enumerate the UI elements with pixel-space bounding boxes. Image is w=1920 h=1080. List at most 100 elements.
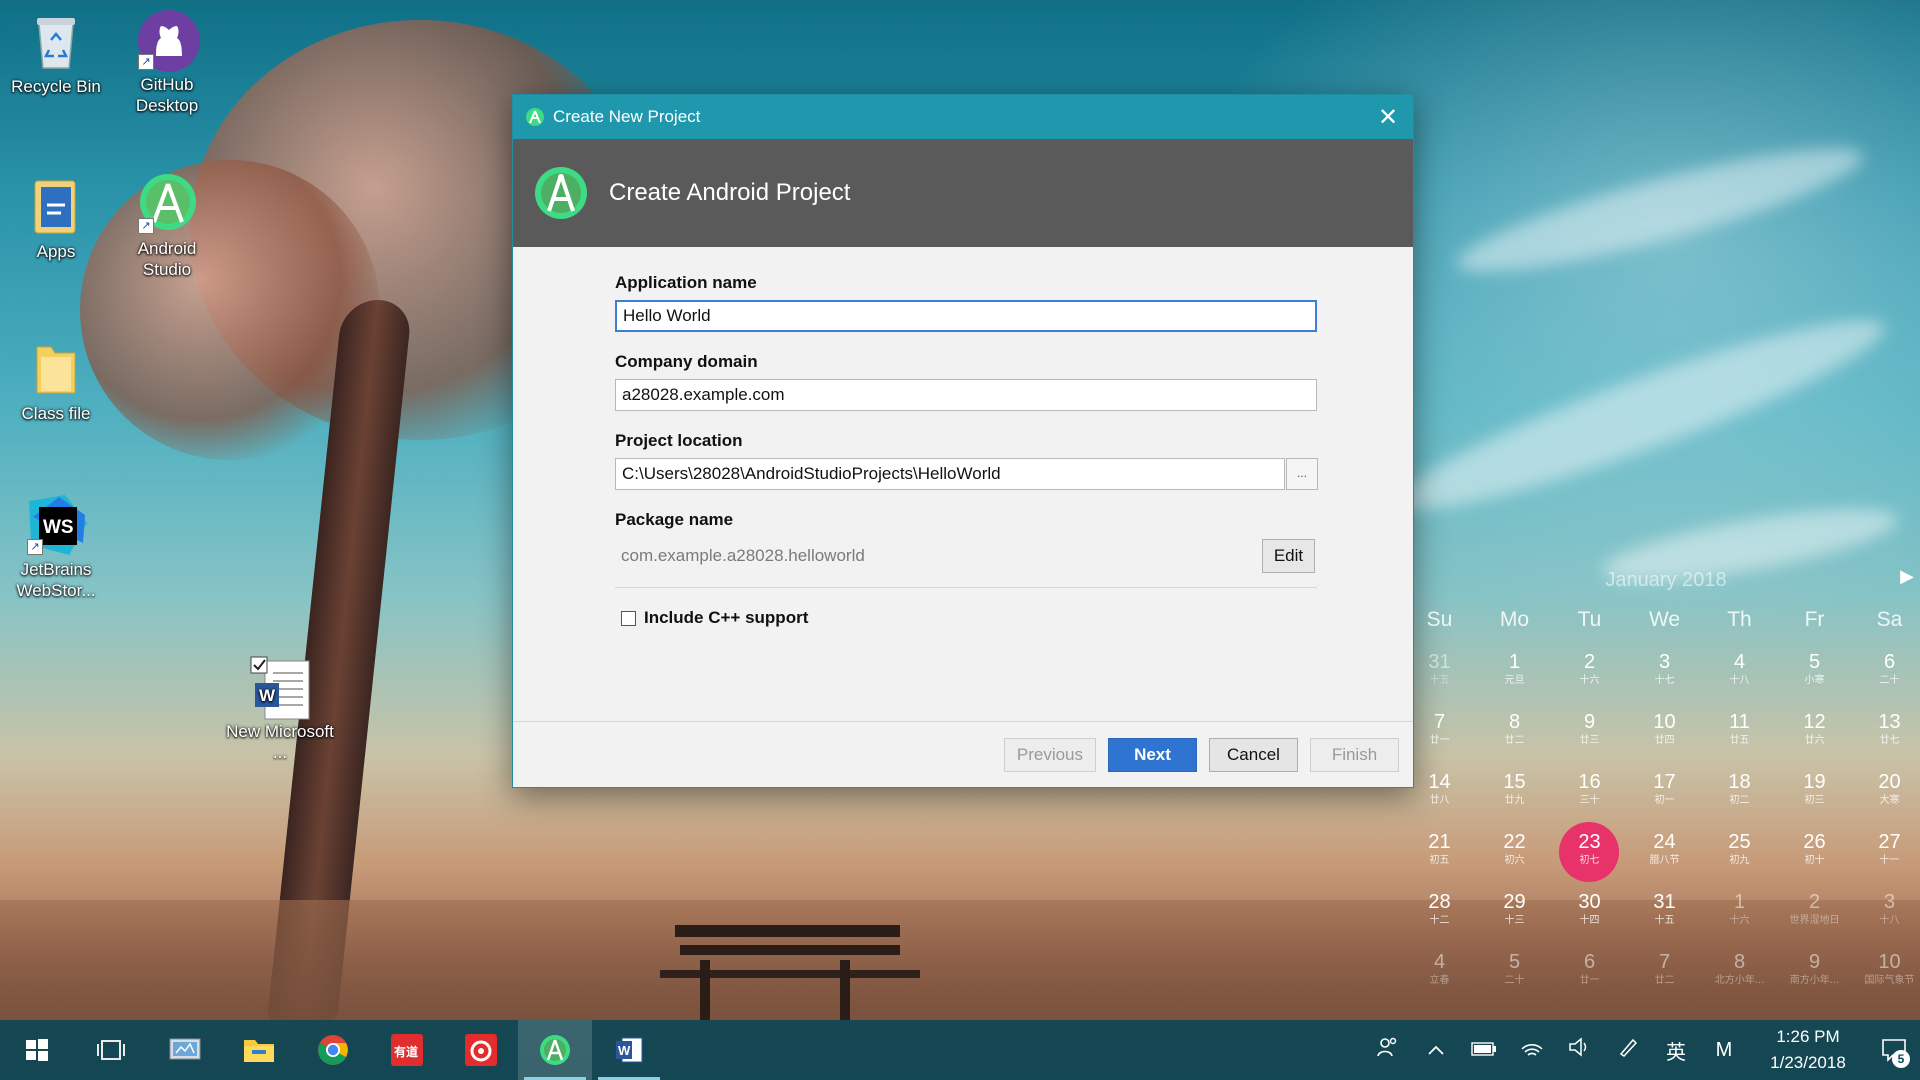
browse-button[interactable]: ...	[1286, 458, 1318, 490]
calendar-day-number: 17	[1653, 771, 1676, 793]
battery-icon[interactable]	[1460, 1039, 1508, 1062]
calendar-day[interactable]: 7 廿一	[1402, 702, 1477, 762]
close-icon[interactable]: ✕	[1363, 95, 1413, 139]
calendar-day[interactable]: 8 北方小年...	[1702, 942, 1777, 1002]
desktop-icon-class-file[interactable]: Class file	[1, 337, 111, 424]
chevron-right-icon[interactable]: ▶	[1900, 566, 1914, 587]
calendar-day[interactable]: 28 十二	[1402, 882, 1477, 942]
calendar-lunar-label: 廿九	[1504, 795, 1525, 806]
calendar-day[interactable]: 4 十八	[1702, 642, 1777, 702]
project-location-input[interactable]	[615, 458, 1286, 490]
calendar-day[interactable]: 1 元旦	[1477, 642, 1552, 702]
dialog-titlebar[interactable]: Create New Project ✕	[513, 95, 1413, 139]
calendar-day[interactable]: 8 廿二	[1477, 702, 1552, 762]
calendar-day[interactable]: 10 廿四	[1627, 702, 1702, 762]
calendar-day-number: 23	[1578, 831, 1601, 853]
taskbar-app-control-panel[interactable]	[148, 1020, 222, 1080]
pen-workspace-icon[interactable]	[1604, 1036, 1652, 1064]
netease-music-icon	[465, 1034, 497, 1066]
calendar-day-number: 18	[1728, 771, 1751, 793]
next-button[interactable]: Next	[1108, 737, 1197, 772]
calendar-day[interactable]: 15 廿九	[1477, 762, 1552, 822]
people-icon[interactable]	[1364, 1036, 1412, 1064]
calendar-day-number: 21	[1428, 831, 1451, 853]
previous-button[interactable]: Previous	[1003, 737, 1096, 772]
calendar-day-today[interactable]: 23 初七	[1552, 822, 1627, 882]
calendar-day[interactable]: 25 初九	[1702, 822, 1777, 882]
desktop-icon-android-studio[interactable]: ↗ Android Studio	[112, 172, 222, 280]
calendar-day[interactable]: 14 廿八	[1402, 762, 1477, 822]
calendar-day-number: 2	[1808, 891, 1821, 913]
wallpaper-bench	[700, 960, 710, 1020]
desktop-icon-github-desktop[interactable]: ↗ GitHub Desktop	[112, 8, 222, 116]
calendar-day[interactable]: 11 廿五	[1702, 702, 1777, 762]
company-domain-label: Company domain	[615, 352, 758, 371]
calendar-day[interactable]: 27 十一	[1852, 822, 1920, 882]
desktop-icon-label: JetBrains WebStor...	[16, 560, 96, 600]
task-view-button[interactable]	[74, 1020, 148, 1080]
clock[interactable]: 1:26 PM 1/23/2018	[1748, 1024, 1868, 1076]
calendar-day[interactable]: 26 初十	[1777, 822, 1852, 882]
calendar-day[interactable]: 24 腊八节	[1627, 822, 1702, 882]
calendar-day-number: 25	[1728, 831, 1751, 853]
calendar-day[interactable]: 12 廿六	[1777, 702, 1852, 762]
calendar-day[interactable]: 19 初三	[1777, 762, 1852, 822]
calendar-day[interactable]: 3 十七	[1627, 642, 1702, 702]
calendar-day[interactable]: 18 初二	[1702, 762, 1777, 822]
calendar-day[interactable]: 22 初六	[1477, 822, 1552, 882]
company-domain-input[interactable]	[615, 379, 1317, 411]
desktop-icon-recycle-bin[interactable]: Recycle Bin	[1, 10, 111, 97]
desktop-icon-webstorm[interactable]: WS ↗ JetBrains WebStor...	[1, 493, 111, 601]
word-document-icon: W	[249, 655, 311, 720]
desktop-icon-word-document[interactable]: W New Microsoft ...	[225, 655, 335, 763]
taskbar-app-netease-music[interactable]	[444, 1020, 518, 1080]
volume-icon[interactable]	[1556, 1037, 1604, 1063]
calendar-day[interactable]: 9 南方小年...	[1777, 942, 1852, 1002]
cancel-button[interactable]: Cancel	[1209, 737, 1298, 772]
edit-package-button[interactable]: Edit	[1262, 539, 1315, 573]
calendar-day-number: 8	[1733, 951, 1746, 973]
action-center-button[interactable]: 5	[1868, 1020, 1920, 1080]
taskbar-app-word[interactable]: W	[592, 1020, 666, 1080]
calendar-day[interactable]: 6 廿一	[1552, 942, 1627, 1002]
calendar-day[interactable]: 30 十四	[1552, 882, 1627, 942]
taskbar-app-youdao[interactable]: 有道	[370, 1020, 444, 1080]
project-form: Application name Company domain Project …	[513, 247, 1318, 628]
calendar-day[interactable]: 21 初五	[1402, 822, 1477, 882]
wifi-icon[interactable]	[1508, 1037, 1556, 1063]
calendar-day[interactable]: 10 国际气象节	[1852, 942, 1920, 1002]
calendar-day[interactable]: 9 廿三	[1552, 702, 1627, 762]
calendar-day[interactable]: 20 大寒	[1852, 762, 1920, 822]
dialog-header: Create Android Project	[513, 139, 1413, 247]
finish-button[interactable]: Finish	[1310, 737, 1399, 772]
calendar-day[interactable]: 31 十五	[1627, 882, 1702, 942]
calendar-day[interactable]: 5 小寒	[1777, 642, 1852, 702]
calendar-day[interactable]: 29 十三	[1477, 882, 1552, 942]
chevron-up-icon[interactable]	[1412, 1039, 1460, 1062]
calendar-day[interactable]: 2 十六	[1552, 642, 1627, 702]
calendar-lunar-label: 十一	[1879, 855, 1900, 866]
calendar-lunar-label: 初十	[1804, 855, 1825, 866]
desktop-icon-apps[interactable]: Apps	[1, 175, 111, 262]
calendar-day[interactable]: 3 十八	[1852, 882, 1920, 942]
start-button[interactable]	[0, 1020, 74, 1080]
taskbar-app-android-studio[interactable]	[518, 1020, 592, 1080]
calendar-day[interactable]: 2 世界湿地日	[1777, 882, 1852, 942]
cpp-support-checkbox[interactable]	[621, 610, 636, 626]
calendar-day[interactable]: 6 二十	[1852, 642, 1920, 702]
calendar-day[interactable]: 7 廿二	[1627, 942, 1702, 1002]
calendar-day-number: 2	[1583, 651, 1596, 673]
calendar-day[interactable]: 16 三十	[1552, 762, 1627, 822]
taskbar-app-file-explorer[interactable]	[222, 1020, 296, 1080]
cpp-support-checkbox-row[interactable]: Include C++ support	[615, 608, 1318, 628]
calendar-day[interactable]: 4 立春	[1402, 942, 1477, 1002]
calendar-day[interactable]: 5 二十	[1477, 942, 1552, 1002]
calendar-day[interactable]: 1 十六	[1702, 882, 1777, 942]
calendar-day[interactable]: 31 十五	[1402, 642, 1477, 702]
ime-mode-indicator[interactable]: M	[1700, 1039, 1748, 1062]
calendar-day[interactable]: 13 廿七	[1852, 702, 1920, 762]
calendar-day[interactable]: 17 初一	[1627, 762, 1702, 822]
application-name-input[interactable]	[615, 300, 1317, 332]
taskbar-app-chrome[interactable]	[296, 1020, 370, 1080]
ime-language-indicator[interactable]: 英	[1652, 1036, 1700, 1065]
